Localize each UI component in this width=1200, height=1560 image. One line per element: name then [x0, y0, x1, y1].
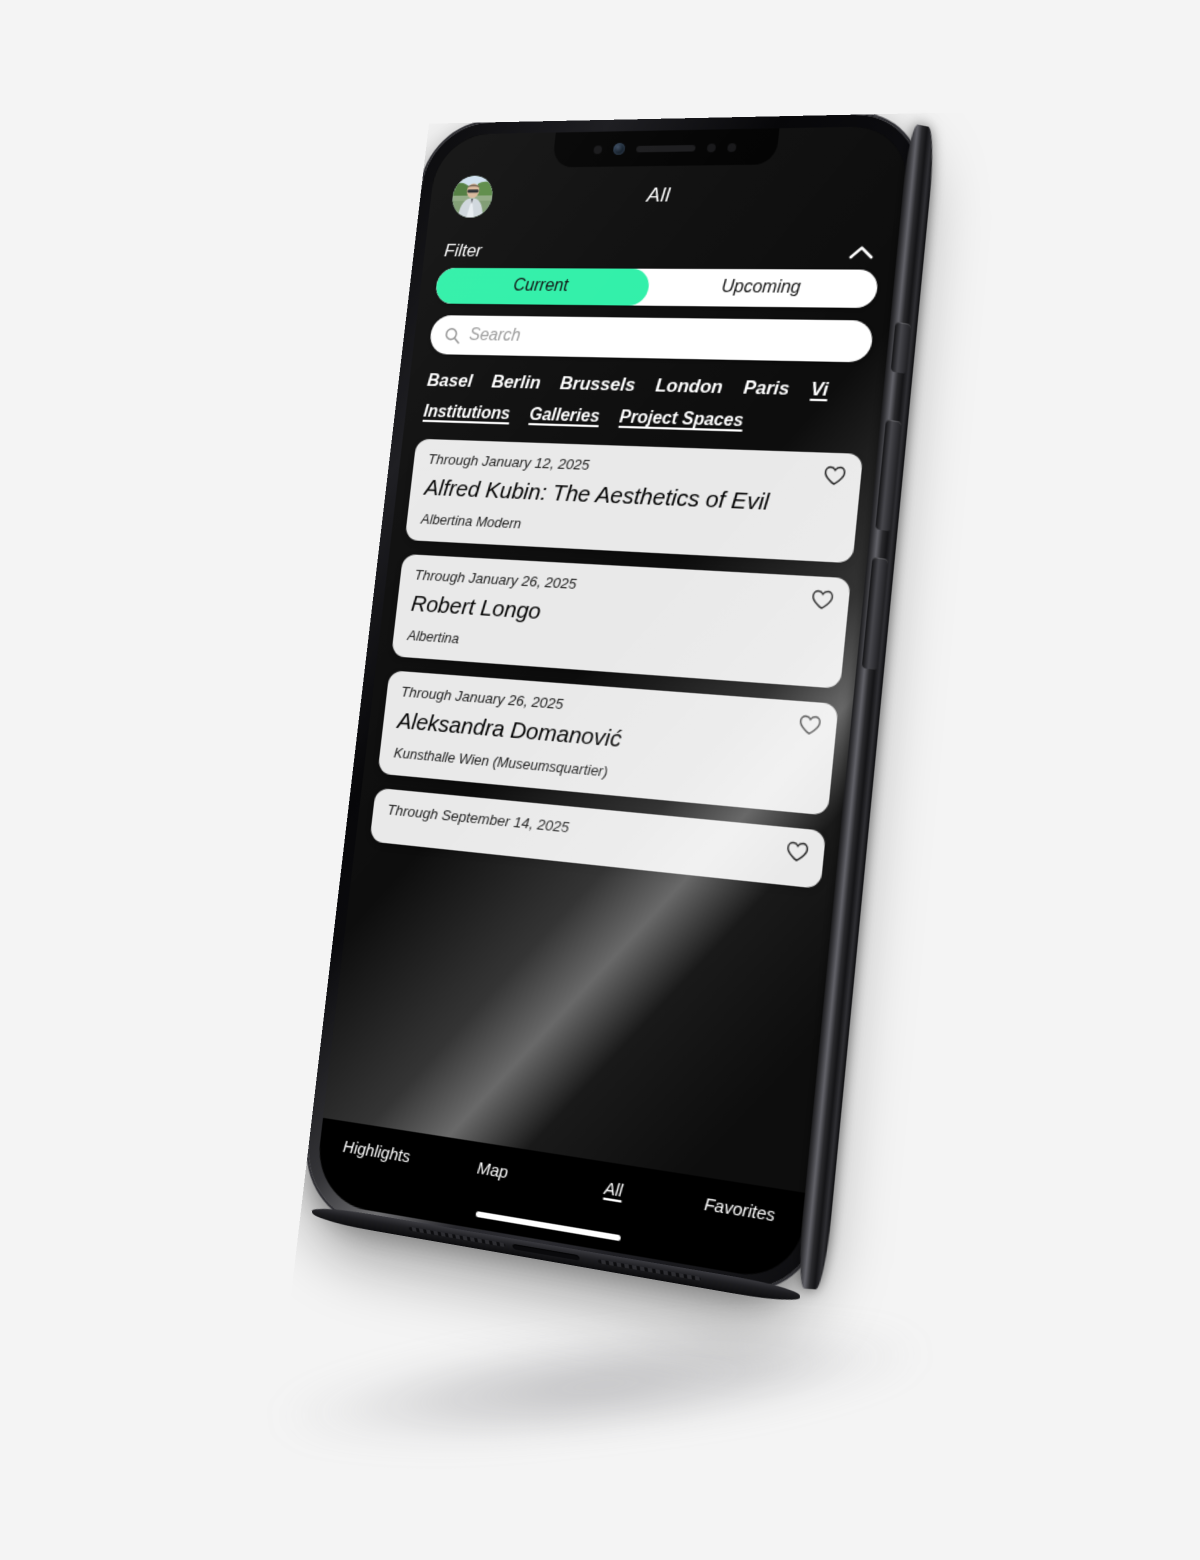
- card-venue: Kunsthalle Wien (Museumsquartier): [393, 744, 609, 781]
- segment-current[interactable]: Current: [434, 267, 651, 306]
- exhibition-card[interactable]: Through January 12, 2025 Alfred Kubin: T…: [404, 438, 864, 564]
- search-bar[interactable]: [428, 315, 875, 363]
- phone-notch: [551, 128, 780, 168]
- avatar[interactable]: [450, 175, 495, 218]
- chevron-up-icon[interactable]: [846, 241, 877, 261]
- card-title: [385, 828, 806, 871]
- heart-outline-glyph: [785, 840, 810, 864]
- chip-city-berlin[interactable]: Berlin: [490, 371, 541, 394]
- front-camera-icon: [612, 142, 625, 155]
- chip-type-project-spaces[interactable]: Project Spaces: [618, 408, 745, 432]
- tab-favorites[interactable]: Favorites: [675, 1190, 806, 1231]
- filter-header-row: Filter: [438, 240, 882, 269]
- phone-screen: All Filter Current Upcoming Search Basel…: [313, 125, 912, 1284]
- heart-outline-glyph: [797, 714, 822, 737]
- chip-city-basel[interactable]: Basel: [426, 370, 473, 392]
- venue-type-filter-chips: Institutions Galleries Project Spaces: [421, 403, 865, 436]
- filter-label: Filter: [443, 240, 484, 261]
- heart-outline-glyph: [810, 589, 835, 611]
- favorite-heart-icon[interactable]: [796, 712, 824, 740]
- search-input[interactable]: [468, 325, 858, 352]
- city-filter-chips: Basel Berlin Brussels London Paris Vi: [424, 370, 868, 402]
- chevron-up-glyph: [848, 244, 874, 259]
- segment-upcoming[interactable]: Upcoming: [647, 269, 879, 308]
- tab-map[interactable]: Map: [433, 1152, 554, 1191]
- filter-panel: Filter Current Upcoming Search Basel Ber…: [405, 222, 902, 436]
- favorite-heart-icon[interactable]: [821, 463, 849, 489]
- phone-mockup: All Filter Current Upcoming Search Basel…: [300, 113, 937, 1306]
- tab-all[interactable]: All: [551, 1170, 677, 1210]
- home-indicator[interactable]: [475, 1211, 621, 1242]
- segmented-control-timeframe[interactable]: Current Upcoming: [434, 267, 880, 309]
- favorite-heart-icon[interactable]: [809, 587, 837, 614]
- chip-type-galleries[interactable]: Galleries: [528, 406, 600, 428]
- earpiece-speaker-icon: [635, 144, 696, 152]
- proximity-sensor-icon: [592, 144, 602, 154]
- search-glyph: [444, 326, 462, 343]
- card-title: Alfred Kubin: The Aesthetics of Evil: [423, 475, 771, 516]
- page-title: All: [645, 184, 672, 208]
- card-venue: Albertina Modern: [420, 510, 523, 532]
- chip-city-paris[interactable]: Paris: [742, 377, 790, 401]
- chip-city-brussels[interactable]: Brussels: [559, 373, 636, 397]
- card-date: Through September 14, 2025: [386, 801, 571, 837]
- chip-type-institutions[interactable]: Institutions: [422, 403, 511, 425]
- user-photo-avatar-icon: [475, 184, 495, 218]
- heart-outline-glyph: [822, 465, 847, 486]
- screenshot-stage: All Filter Current Upcoming Search Basel…: [0, 0, 1200, 1560]
- exhibition-card[interactable]: Through September 14, 2025: [369, 787, 827, 890]
- app-root: All Filter Current Upcoming Search Basel…: [313, 125, 912, 1284]
- card-venue: [385, 829, 806, 872]
- ambient-light-sensor-icon: [706, 143, 716, 152]
- search-icon: [444, 326, 462, 343]
- device-drop-shadow: [296, 1301, 904, 1469]
- chip-city-vienna[interactable]: Vi: [810, 378, 830, 401]
- chip-city-london[interactable]: London: [654, 375, 723, 399]
- tab-highlights[interactable]: Highlights: [319, 1134, 435, 1171]
- face-id-sensor-icon: [726, 142, 737, 152]
- favorite-heart-icon[interactable]: [783, 838, 811, 866]
- exhibition-list[interactable]: Through January 12, 2025 Alfred Kubin: T…: [323, 438, 879, 1193]
- exhibition-card[interactable]: Through January 26, 2025 Robert Longo Al…: [391, 553, 852, 689]
- card-venue: Albertina: [406, 627, 461, 647]
